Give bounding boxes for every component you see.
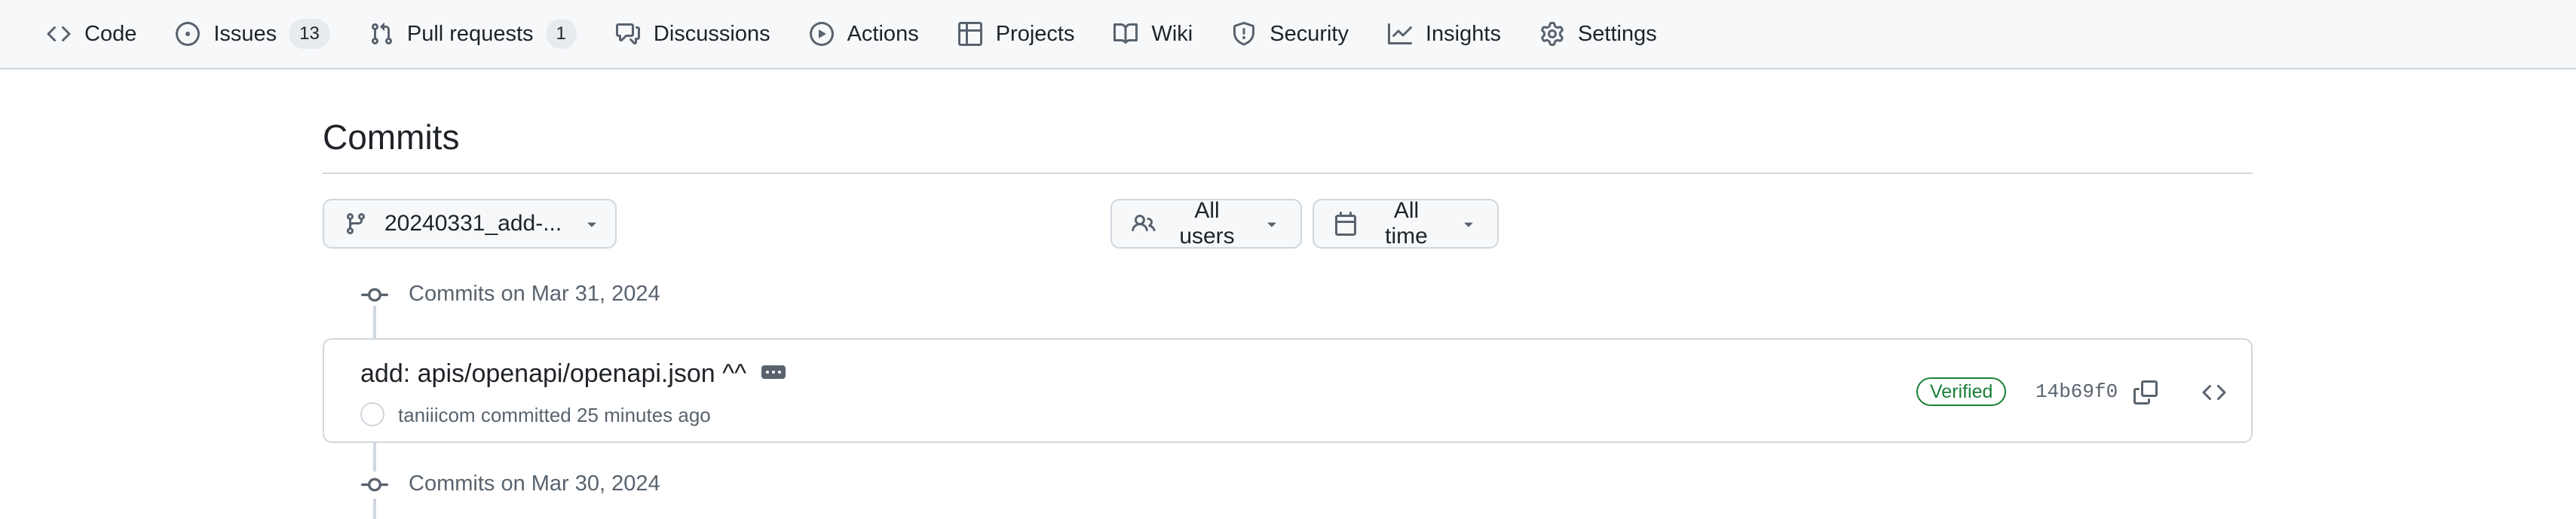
tab-pull-requests[interactable]: Pull requests 1 <box>356 10 590 58</box>
tab-actions-label: Actions <box>847 21 919 46</box>
tab-code-label: Code <box>84 21 137 46</box>
code-icon <box>2202 384 2226 401</box>
expand-commit-body-button[interactable] <box>761 365 786 379</box>
time-filter-label: All time <box>1385 198 1428 249</box>
commits-page: Commits 20240331_add-... All users All t… <box>323 69 2253 519</box>
tab-settings[interactable]: Settings <box>1527 10 1671 58</box>
tab-settings-label: Settings <box>1577 21 1657 46</box>
issues-count-badge: 13 <box>289 19 330 49</box>
triangle-down-icon <box>1464 222 1473 227</box>
copy-sha-button[interactable] <box>2130 377 2161 408</box>
title-divider <box>323 172 2253 174</box>
tab-code[interactable]: Code <box>33 10 150 58</box>
commit-message-link[interactable]: add: apis/openapi/openapi.json ^^ <box>360 359 746 389</box>
tab-issues-label: Issues <box>213 21 277 46</box>
people-icon <box>1132 214 1156 232</box>
page-title: Commits <box>323 118 460 157</box>
triangle-down-icon <box>1267 222 1276 227</box>
tab-security[interactable]: Security <box>1218 10 1362 58</box>
commit-group-heading: Commits on Mar 30, 2024 <box>409 472 660 496</box>
users-filter-button[interactable]: All users <box>1110 198 1302 249</box>
graph-icon <box>1388 23 1412 44</box>
tab-wiki[interactable]: Wiki <box>1100 10 1206 58</box>
timeline-connector <box>373 443 376 472</box>
commit-group-heading: Commits on Mar 31, 2024 <box>409 282 660 306</box>
git-commit-icon <box>361 478 388 492</box>
tab-projects-label: Projects <box>995 21 1075 46</box>
timeline-connector <box>373 499 376 519</box>
copy-icon <box>2133 380 2158 405</box>
pull-requests-count-badge: 1 <box>545 19 577 49</box>
tab-wiki-label: Wiki <box>1151 21 1193 46</box>
repo-nav: Code Issues 13 Pull requests 1 Discussio… <box>0 0 2576 69</box>
gear-icon <box>1541 22 1564 46</box>
tab-discussions-label: Discussions <box>653 21 770 46</box>
tab-pull-requests-label: Pull requests <box>406 21 534 46</box>
commit-sha-link[interactable]: 14b69f0 <box>2035 380 2118 403</box>
commit-row: add: apis/openapi/openapi.json ^^ taniii… <box>323 338 2253 443</box>
tab-projects[interactable]: Projects <box>945 10 1089 58</box>
commit-action-text: committed <box>480 404 571 426</box>
time-filter-button[interactable]: All time <box>1313 198 1499 249</box>
users-filter-label: All users <box>1179 198 1235 249</box>
avatar[interactable] <box>360 402 384 426</box>
play-icon <box>809 22 834 46</box>
tab-insights[interactable]: Insights <box>1374 10 1515 58</box>
ellipsis-dot <box>778 371 781 374</box>
commit-meta: taniiicom committed 25 minutes ago <box>398 404 711 427</box>
book-icon <box>1113 23 1138 44</box>
git-commit-icon <box>361 288 388 302</box>
tab-insights-label: Insights <box>1426 21 1501 46</box>
code-icon <box>47 26 71 42</box>
branch-selector-label: 20240331_add-... <box>384 211 562 236</box>
issue-opened-icon <box>176 22 201 46</box>
verified-badge[interactable]: Verified <box>1916 377 2007 406</box>
branch-selector-button[interactable]: 20240331_add-... <box>323 199 617 249</box>
ellipsis-dot <box>772 371 775 374</box>
timeline-connector <box>373 306 376 338</box>
commit-relative-time: 25 minutes ago <box>576 404 711 426</box>
commit-author-link[interactable]: taniiicom <box>398 404 476 426</box>
calendar-icon <box>1335 212 1356 236</box>
table-icon <box>957 22 982 46</box>
git-branch-icon <box>346 213 365 235</box>
tab-discussions[interactable]: Discussions <box>602 10 784 58</box>
triangle-down-icon <box>587 222 596 227</box>
git-pull-request-icon <box>371 23 392 45</box>
tab-security-label: Security <box>1270 21 1349 46</box>
tab-actions[interactable]: Actions <box>796 10 933 58</box>
comment-discussion-icon <box>615 23 640 44</box>
tab-issues[interactable]: Issues 13 <box>162 10 344 58</box>
ellipsis-dot <box>766 371 769 374</box>
browse-repository-button[interactable] <box>2199 377 2229 408</box>
shield-icon <box>1233 22 1255 46</box>
